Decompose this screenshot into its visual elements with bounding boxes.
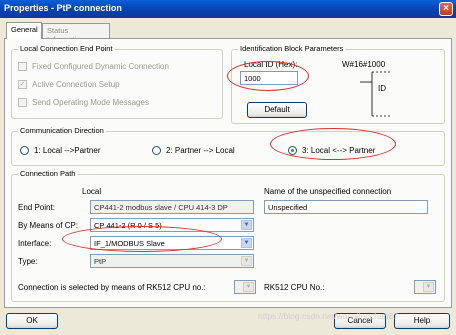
- local-id-label: Local ID (Hex):: [244, 60, 298, 69]
- ok-button[interactable]: OK: [6, 313, 58, 329]
- direction-label-2: 2: Partner --> Local: [166, 146, 235, 155]
- rk512-local-dropdown-icon: ▼: [243, 282, 254, 292]
- watermark: https://blog.csdn.net/wangjingchan87: [258, 311, 398, 321]
- by-means-dropdown-icon[interactable]: ▼: [241, 220, 252, 230]
- end-point-label: End Point:: [18, 203, 55, 212]
- local-column-header: Local: [82, 187, 102, 196]
- send-opmode-checkbox[interactable]: [18, 98, 27, 107]
- id-block-diagram: [360, 71, 390, 117]
- rk512-selection-label: Connection is selected by means of RK512…: [18, 283, 206, 292]
- by-means-value: CP 441-2 (R 0 / S 5): [94, 221, 162, 230]
- type-value: PtP: [94, 257, 107, 266]
- direction-radio-2[interactable]: [152, 146, 161, 155]
- fixed-dynamic-label: Fixed Configured Dynamic Connection: [32, 62, 169, 71]
- direction-label-1: 1: Local -->Partner: [34, 146, 101, 155]
- close-button[interactable]: ×: [439, 2, 453, 16]
- direction-radio-1[interactable]: [20, 146, 29, 155]
- general-panel: Local Connection End Point Fixed Configu…: [4, 38, 452, 308]
- window-title: Properties - PtP connection: [4, 3, 122, 13]
- connection-path-group: Connection Path Local Name of the unspec…: [11, 169, 445, 302]
- local-id-input[interactable]: 1000: [240, 71, 298, 85]
- direction-label-3: 3: Local <--> Partner: [302, 146, 376, 155]
- fixed-dynamic-checkbox[interactable]: [18, 62, 27, 71]
- send-opmode-label: Send Operating Mode Messages: [32, 98, 149, 107]
- id-block-group: Identification Block Parameters Local ID…: [231, 44, 445, 124]
- type-label: Type:: [18, 257, 38, 266]
- active-setup-checkbox[interactable]: ✓: [18, 80, 27, 89]
- end-point-field: CP441-2 modbus slave / CPU 414-3 DP: [90, 200, 254, 214]
- type-dropdown-icon: ▼: [241, 256, 252, 266]
- unspecified-column-header: Name of the unspecified connection: [264, 187, 392, 196]
- type-select: PtP ▼: [90, 254, 254, 268]
- interface-label: Interface:: [18, 239, 52, 248]
- local-endpoint-group: Local Connection End Point Fixed Configu…: [11, 44, 223, 119]
- help-button[interactable]: Help: [394, 313, 450, 329]
- interface-select[interactable]: IF_1/MODBUS Slave ▼: [90, 236, 254, 250]
- by-means-select[interactable]: CP 441-2 (R 0 / S 5) ▼: [90, 218, 254, 232]
- default-button[interactable]: Default: [247, 102, 307, 118]
- id-block-title: Identification Block Parameters: [238, 44, 346, 53]
- interface-dropdown-icon[interactable]: ▼: [241, 238, 252, 248]
- w16-label: W#16#1000: [342, 60, 386, 69]
- direction-radio-3[interactable]: [288, 146, 297, 155]
- rk512-partner-select: ▼: [414, 280, 436, 294]
- by-means-label: By Means of CP:: [18, 221, 79, 230]
- tab-status-information[interactable]: Status Information: [42, 23, 110, 44]
- connection-path-title: Connection Path: [18, 169, 78, 178]
- direction-title: Communication Direction: [18, 126, 106, 135]
- active-setup-label: Active Connection Setup: [32, 80, 120, 89]
- unspecified-name-input[interactable]: Unspecified: [264, 200, 428, 214]
- id-box-label: ID: [378, 84, 386, 93]
- interface-value: IF_1/MODBUS Slave: [94, 239, 165, 248]
- rk512-local-select: ▼: [234, 280, 256, 294]
- rk512-partner-dropdown-icon: ▼: [423, 282, 434, 292]
- rk512-cpu-label: RK512 CPU No.:: [264, 283, 325, 292]
- title-bar: Properties - PtP connection ×: [0, 0, 456, 18]
- tab-general[interactable]: General: [6, 22, 42, 39]
- local-endpoint-title: Local Connection End Point: [18, 44, 115, 53]
- direction-group: Communication Direction 1: Local -->Part…: [11, 126, 445, 166]
